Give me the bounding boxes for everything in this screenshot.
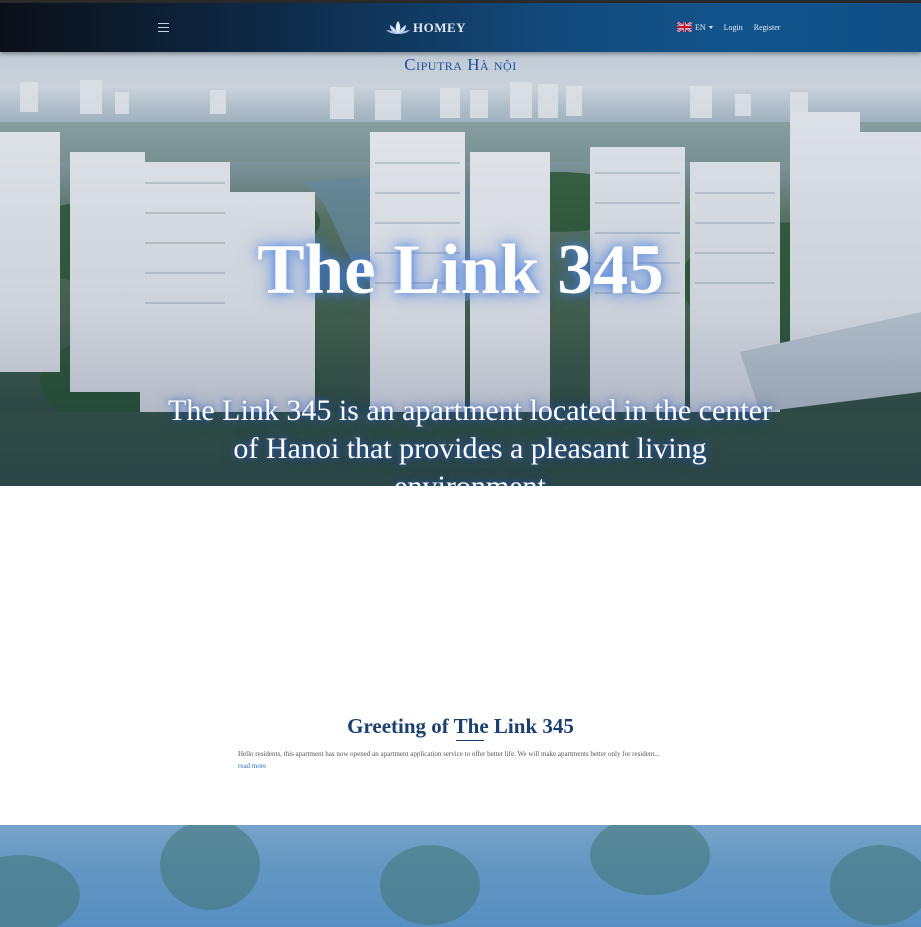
greeting-underline: [456, 740, 484, 741]
hero-subtitle: Ciputra Hà nội: [404, 55, 517, 74]
hero-title: The Link 345: [257, 231, 664, 309]
hero-description: The Link 345 is an apartment located in …: [168, 394, 772, 486]
register-link[interactable]: Register: [754, 23, 781, 32]
language-label: EN: [695, 22, 706, 32]
hamburger-icon[interactable]: [158, 23, 169, 32]
read-more-link[interactable]: read more: [238, 762, 266, 770]
logo-link[interactable]: HOMEY: [385, 17, 466, 39]
language-selector[interactable]: EN: [677, 22, 713, 32]
greeting-text: Hello residents, this apartment has now …: [238, 750, 660, 758]
uk-flag-icon: [677, 22, 692, 32]
lotus-logo-icon: [386, 21, 410, 34]
login-link[interactable]: Login: [724, 23, 743, 32]
caret-down-icon: [708, 25, 713, 29]
navbar: HOMEY EN Login Register: [0, 3, 921, 52]
greeting-title: Greeting of The Link 345: [347, 714, 574, 738]
bottom-banner: [0, 825, 921, 927]
bottom-background-image: [0, 825, 921, 927]
nav-right: EN Login Register: [677, 22, 780, 32]
logo-text: HOMEY: [413, 20, 467, 35]
hero-banner: Ciputra Hà nội The Link 345 The Link 345…: [0, 52, 921, 486]
